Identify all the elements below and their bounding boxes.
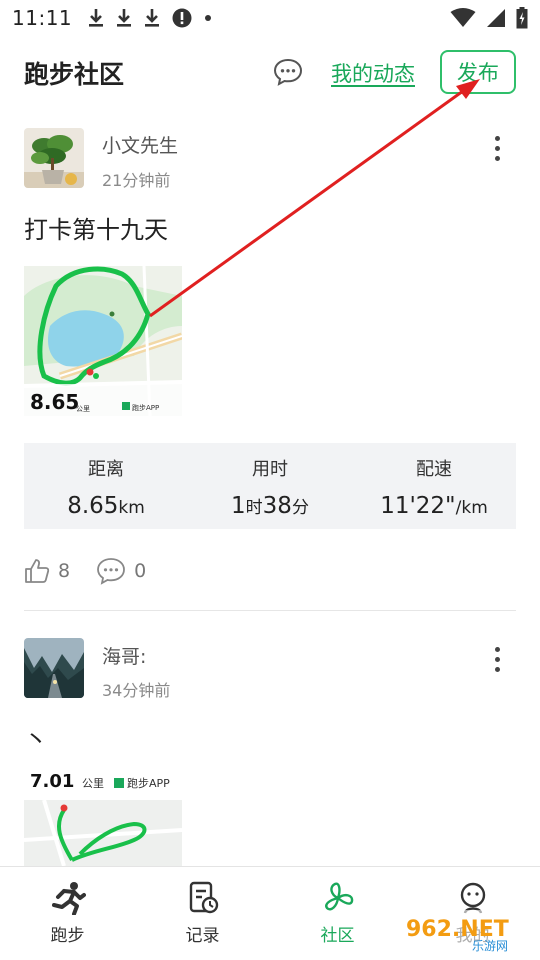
publish-button[interactable]: 发布 — [440, 50, 516, 94]
stat-label: 距离 — [88, 459, 124, 480]
tab-record[interactable]: 记录 — [135, 867, 270, 960]
svg-text:乐游网: 乐游网 — [472, 939, 508, 953]
map-unit: 公里 — [82, 777, 104, 790]
stat-value: 11'22" — [380, 493, 456, 519]
author-name[interactable]: 海哥: — [102, 642, 146, 669]
stat-unit: km — [118, 498, 145, 518]
stat-distance: 距离 8.65km — [24, 443, 188, 529]
stat-unit-minutes: 分 — [291, 498, 309, 518]
stat-duration: 用时 1时38分 — [188, 443, 352, 529]
stat-pace: 配速 11'22"/km — [352, 443, 516, 529]
more-options-icon[interactable] — [490, 136, 504, 161]
community-icon — [324, 882, 353, 911]
tab-label: 记录 — [185, 926, 220, 946]
tab-label: 社区 — [320, 926, 355, 946]
map-distance: 8.65 — [30, 390, 79, 414]
comment-icon[interactable] — [96, 557, 126, 585]
top-header: 跑步社区 我的动态 发布 — [0, 44, 540, 102]
download-icon — [117, 9, 132, 27]
wifi-icon — [450, 8, 476, 27]
map-brand: 跑步APP — [127, 776, 170, 790]
avatar[interactable] — [24, 638, 84, 698]
map-brand: 跑步APP — [132, 403, 159, 412]
dot-icon — [205, 15, 212, 21]
battery-icon — [516, 7, 528, 29]
comment-count: 0 — [134, 560, 147, 582]
tab-label: 跑步 — [50, 926, 85, 946]
stat-label: 配速 — [416, 459, 452, 480]
status-time: 11:11 — [12, 6, 73, 30]
post-text: 打卡第十九天 — [24, 216, 168, 244]
map-unit: 公里 — [76, 405, 90, 413]
status-bar: 11:11 — [0, 0, 540, 36]
post-actions: 8 0 — [24, 555, 172, 587]
post-text: 丶 — [24, 726, 48, 754]
message-icon[interactable] — [273, 58, 303, 90]
post-divider — [24, 610, 516, 611]
like-icon[interactable] — [24, 558, 50, 584]
stat-value-minutes: 38 — [262, 493, 292, 519]
more-options-icon[interactable] — [490, 647, 504, 672]
stat-label: 用时 — [252, 459, 288, 480]
avatar[interactable] — [24, 128, 84, 188]
tab-run[interactable]: 跑步 — [0, 867, 135, 960]
page-title: 跑步社区 — [24, 60, 125, 89]
stat-value-hours: 1 — [231, 493, 246, 519]
post-time: 34分钟前 — [102, 681, 171, 700]
stat-unit-hours: 时 — [245, 498, 263, 518]
stat-value: 8.65 — [67, 493, 119, 519]
run-stats-panel: 距离 8.65km 用时 1时38分 配速 11'22"/km — [24, 443, 516, 529]
my-activity-link[interactable]: 我的动态 — [331, 58, 415, 88]
author-name[interactable]: 小文先生 — [102, 131, 178, 158]
post-time: 21分钟前 — [102, 171, 171, 190]
download-icon — [145, 9, 160, 27]
site-watermark-logo: 962.NET 乐游网 — [400, 906, 534, 956]
like-count: 8 — [58, 560, 71, 582]
alert-icon — [172, 8, 192, 28]
route-map-image[interactable]: 7.01 公里 跑步APP — [24, 770, 182, 866]
map-distance: 7.01 — [30, 771, 74, 792]
download-icon — [89, 9, 104, 27]
record-icon — [189, 881, 218, 914]
runner-icon — [51, 882, 86, 916]
stat-unit: /km — [455, 498, 488, 518]
signal-icon — [487, 9, 505, 27]
route-map-image[interactable]: 8.65 公里 跑步APP — [24, 266, 182, 416]
tab-community[interactable]: 社区 — [270, 867, 405, 960]
